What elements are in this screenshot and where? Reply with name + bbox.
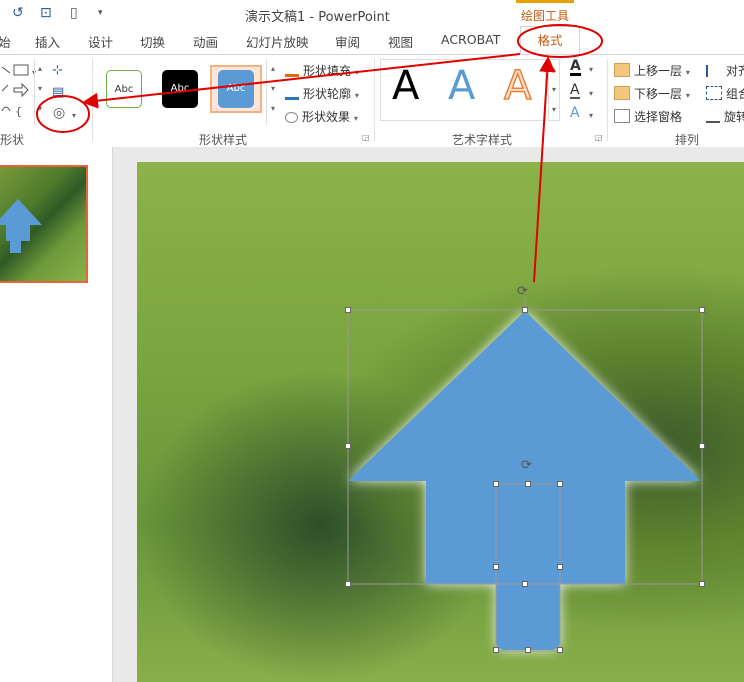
annotation-circle-format-tab [517,24,603,58]
annotation-circle-merge-shapes [36,95,90,133]
annotation-arrow-to-format-tab [533,56,556,283]
annotation-overlay [36,24,603,283]
annotation-arrow-to-merge [82,53,521,109]
